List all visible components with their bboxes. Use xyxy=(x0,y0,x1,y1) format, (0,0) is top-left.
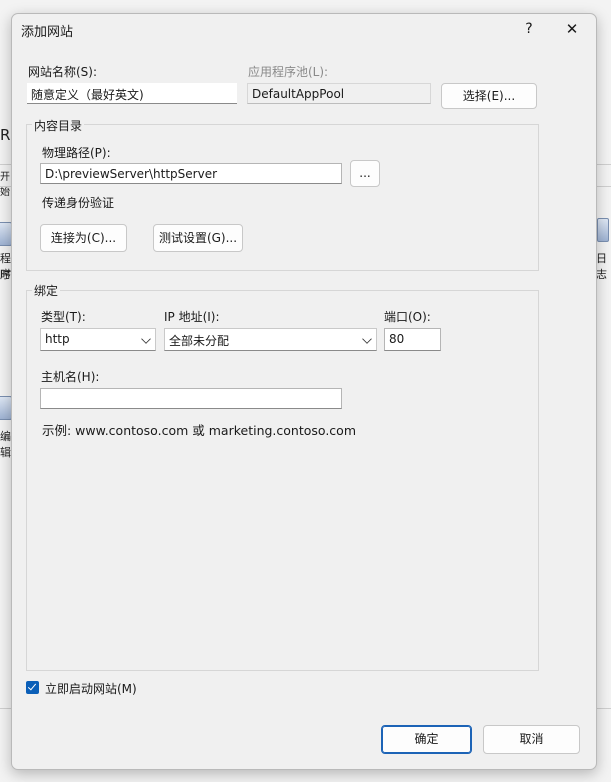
background-text: 开始 xyxy=(0,172,10,198)
type-select[interactable]: http xyxy=(40,328,156,351)
type-label: 类型(T): xyxy=(41,310,86,324)
background-divider xyxy=(0,186,11,187)
chevron-down-icon xyxy=(362,334,372,344)
connect-as-button[interactable]: 连接为(C)... xyxy=(40,224,127,252)
dialog-title: 添加网站 xyxy=(21,25,74,40)
background-divider xyxy=(596,164,611,165)
app-pool-label: 应用程序池(L): xyxy=(248,65,329,79)
background-text: 编辑 xyxy=(0,430,11,459)
port-input[interactable]: 80 xyxy=(384,328,441,351)
add-website-dialog: 添加网站 ? ✕ 网站名称(S): 随意定义（最好英文) 应用程序池(L): D… xyxy=(11,13,597,770)
binding-title: 绑定 xyxy=(32,282,61,299)
test-settings-button[interactable]: 测试设置(G)... xyxy=(153,224,243,252)
pass-through-auth-label: 传递身份验证 xyxy=(42,196,115,210)
ok-button[interactable]: 确定 xyxy=(381,725,472,754)
background-text: 日志 xyxy=(596,252,607,281)
app-pool-field: DefaultAppPool xyxy=(247,83,431,104)
background-divider xyxy=(596,186,611,187)
title-bar: 添加网站 ? ✕ xyxy=(12,14,596,44)
start-immediately-checkbox[interactable] xyxy=(26,681,39,694)
ip-address-select[interactable]: 全部未分配 xyxy=(164,328,377,351)
type-select-value: http xyxy=(45,332,70,346)
physical-path-label: 物理路径(P): xyxy=(42,146,111,160)
cancel-button[interactable]: 取消 xyxy=(483,725,580,754)
site-name-input[interactable]: 随意定义（最好英文) xyxy=(27,83,237,104)
host-name-input[interactable] xyxy=(40,388,342,409)
select-pool-button[interactable]: 选择(E)... xyxy=(441,83,537,109)
site-name-label: 网站名称(S): xyxy=(28,65,98,79)
physical-path-input[interactable]: D:\previewServer\httpServer xyxy=(40,163,342,184)
host-name-example: 示例: www.contoso.com 或 marketing.contoso.… xyxy=(42,423,356,438)
chevron-down-icon xyxy=(141,334,151,344)
ip-address-select-value: 全部未分配 xyxy=(169,334,230,348)
host-name-label: 主机名(H): xyxy=(41,370,100,384)
background-divider xyxy=(0,164,11,165)
background-log-icon xyxy=(597,218,609,242)
background-text: 时 xyxy=(0,268,11,281)
help-icon[interactable]: ? xyxy=(518,17,540,41)
browse-button[interactable]: ... xyxy=(350,160,380,187)
close-icon[interactable]: ✕ xyxy=(560,17,584,41)
ip-address-label: IP 地址(I): xyxy=(164,310,220,324)
port-label: 端口(O): xyxy=(384,310,431,324)
start-immediately-label: 立即启动网站(M) xyxy=(45,682,137,696)
content-directory-title: 内容目录 xyxy=(32,117,85,134)
